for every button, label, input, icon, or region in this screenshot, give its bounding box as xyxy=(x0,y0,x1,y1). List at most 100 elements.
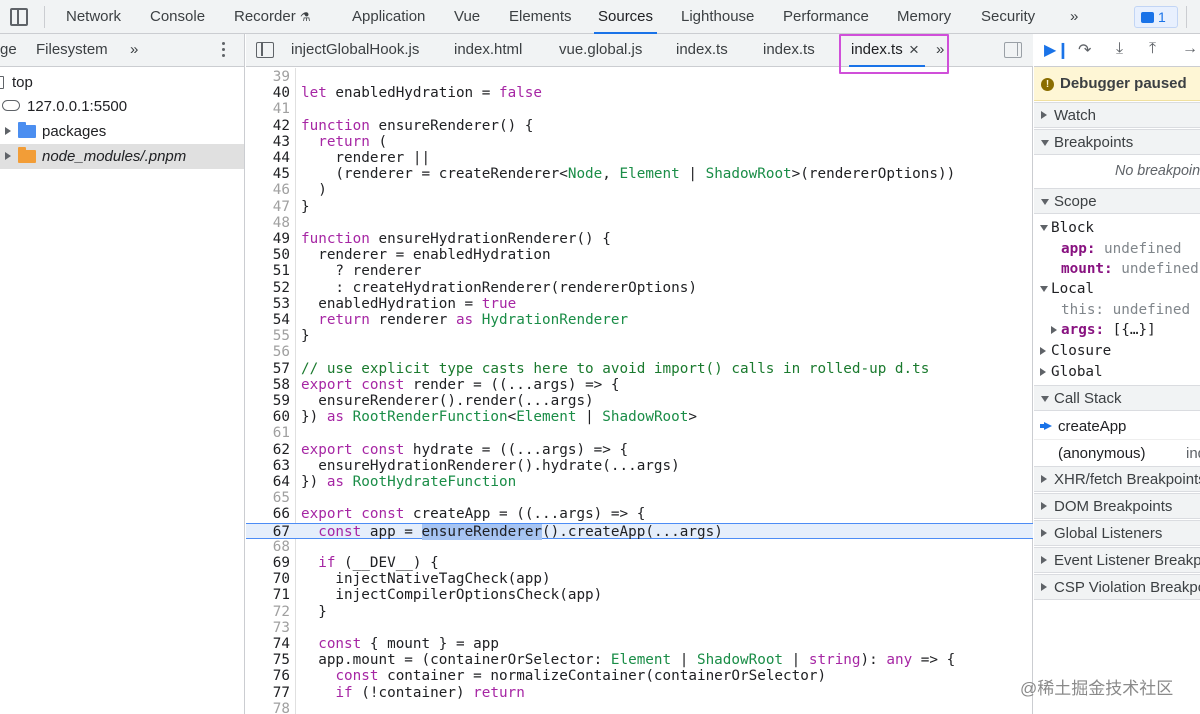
line-number[interactable]: 41 xyxy=(246,101,290,117)
line-number[interactable]: 49 xyxy=(246,231,290,247)
line-number[interactable]: 78 xyxy=(246,701,290,714)
code-line[interactable]: 44 renderer || xyxy=(246,150,1033,166)
tab-sources[interactable]: Sources xyxy=(593,0,658,34)
code-area[interactable]: 39 40 let enabledHydration = false 41 42 func… xyxy=(246,68,1033,714)
code-line[interactable]: 76 const container = normalizeContainer(… xyxy=(246,668,1033,684)
resume-icon[interactable]: ▶❙ xyxy=(1044,40,1070,60)
line-number[interactable]: 64 xyxy=(246,474,290,490)
line-number[interactable]: 73 xyxy=(246,620,290,636)
code-line[interactable]: 55} xyxy=(246,328,1033,344)
code-line[interactable]: 57 // use explicit type casts here to avo… xyxy=(246,361,1033,377)
scope-global[interactable]: Global xyxy=(1034,362,1200,383)
tree-item-packages[interactable]: packages xyxy=(0,119,244,144)
expand-arrow-icon[interactable] xyxy=(1051,326,1057,334)
line-number[interactable]: 57 xyxy=(246,361,290,377)
line-number[interactable]: 71 xyxy=(246,587,290,603)
editor-tab-index-html[interactable]: index.html xyxy=(454,34,522,66)
editor-more-tabs-chevron-icon[interactable]: » xyxy=(936,34,944,66)
code-line[interactable]: 61 xyxy=(246,425,1033,441)
code-line[interactable]: 42 function ensureRenderer() { xyxy=(246,118,1033,134)
code-line[interactable]: 43 return ( xyxy=(246,134,1033,150)
code-line[interactable]: 54 return renderer as HydrationRenderer xyxy=(246,312,1033,328)
code-line[interactable]: 47} xyxy=(246,199,1033,215)
editor-tab-index-ts-1[interactable]: index.ts xyxy=(676,34,728,66)
line-number[interactable]: 46 xyxy=(246,182,290,198)
scope-var-this[interactable]: this: undefined xyxy=(1034,300,1200,321)
issues-counter-button[interactable]: 1 xyxy=(1134,6,1178,28)
code-line[interactable]: 50 renderer = enabledHydration xyxy=(246,247,1033,263)
line-number[interactable]: 40 xyxy=(246,85,290,101)
line-number[interactable]: 47 xyxy=(246,199,290,215)
line-number[interactable]: 45 xyxy=(246,166,290,182)
line-number[interactable]: 74 xyxy=(246,636,290,652)
code-line[interactable]: 60}) as RootRenderFunction<Element | Sha… xyxy=(246,409,1033,425)
line-number[interactable]: 68 xyxy=(246,539,290,555)
section-scope[interactable]: Scope xyxy=(1034,188,1200,214)
code-line[interactable]: 52 : createHydrationRenderer(rendererOpt… xyxy=(246,280,1033,296)
tree-item-node-modules[interactable]: node_modules/.pnpm xyxy=(0,144,244,169)
tab-lighthouse[interactable]: Lighthouse xyxy=(681,0,754,34)
line-number[interactable]: 62 xyxy=(246,442,290,458)
line-number[interactable]: 76 xyxy=(246,668,290,684)
tab-elements[interactable]: Elements xyxy=(509,0,572,34)
code-line[interactable]: 49 function ensureHydrationRenderer() { xyxy=(246,231,1033,247)
code-line[interactable]: 78 xyxy=(246,701,1033,714)
line-number[interactable]: 44 xyxy=(246,150,290,166)
code-line[interactable]: 67 const app = ensureRenderer().createAp… xyxy=(246,522,1033,540)
editor-tab-injectglobalhook[interactable]: injectGlobalHook.js xyxy=(291,34,419,66)
code-line[interactable]: 69 if (__DEV__) { xyxy=(246,555,1033,571)
line-number[interactable]: 58 xyxy=(246,377,290,393)
step-out-icon[interactable]: ⤒ xyxy=(1149,40,1156,58)
tree-item-origin[interactable]: 127.0.0.1:5500 xyxy=(0,94,244,119)
scope-closure[interactable]: Closure xyxy=(1034,341,1200,362)
tab-application[interactable]: Application xyxy=(352,0,425,34)
section-breakpoints[interactable]: Breakpoints xyxy=(1034,129,1200,155)
tab-network[interactable]: Network xyxy=(66,0,121,34)
code-line[interactable]: 53 enabledHydration = true xyxy=(246,296,1033,312)
editor-tab-index-ts-2[interactable]: index.ts xyxy=(763,34,815,66)
navigator-tab-page[interactable]: ge xyxy=(0,34,17,66)
code-line[interactable]: 48 xyxy=(246,215,1033,231)
code-line[interactable]: 40 let enabledHydration = false xyxy=(246,85,1033,101)
tab-security[interactable]: Security xyxy=(981,0,1035,34)
line-number[interactable]: 75 xyxy=(246,652,290,668)
tab-memory[interactable]: Memory xyxy=(897,0,951,34)
code-line[interactable]: 45 (renderer = createRenderer<Node, Elem… xyxy=(246,166,1033,182)
code-line[interactable]: 58 export const render = ((...args) => { xyxy=(246,377,1033,393)
tab-performance[interactable]: Performance xyxy=(783,0,869,34)
line-number[interactable]: 52 xyxy=(246,280,290,296)
step-into-icon[interactable]: ⤓ xyxy=(1116,40,1123,58)
code-line[interactable]: 74 const { mount } = app xyxy=(246,636,1033,652)
line-number[interactable]: 66 xyxy=(246,506,290,522)
scope-local[interactable]: Local xyxy=(1034,279,1200,300)
line-number[interactable]: 60 xyxy=(246,409,290,425)
code-line[interactable]: 63 ensureHydrationRenderer().hydrate(...… xyxy=(246,458,1033,474)
line-number[interactable]: 56 xyxy=(246,344,290,360)
section-xhr-breakpoints[interactable]: XHR/fetch Breakpoints xyxy=(1034,466,1200,492)
code-line[interactable]: 75 app.mount = (containerOrSelector: Ele… xyxy=(246,652,1033,668)
code-line[interactable]: 71 injectCompilerOptionsCheck(app) xyxy=(246,587,1033,603)
line-number[interactable]: 63 xyxy=(246,458,290,474)
line-number[interactable]: 67 xyxy=(246,524,290,540)
code-line[interactable]: 68 xyxy=(246,539,1033,555)
expand-arrow-icon[interactable] xyxy=(5,127,11,135)
line-number[interactable]: 77 xyxy=(246,685,290,701)
scope-var-args[interactable]: args: [{…}] xyxy=(1034,320,1200,341)
more-tabs-chevron-icon[interactable]: » xyxy=(1070,0,1078,34)
call-frame-createapp[interactable]: createApp xyxy=(1034,413,1200,440)
line-number[interactable]: 50 xyxy=(246,247,290,263)
section-watch[interactable]: Watch xyxy=(1034,102,1200,128)
line-number[interactable]: 65 xyxy=(246,490,290,506)
toggle-navigator-icon[interactable] xyxy=(256,42,274,58)
line-number[interactable]: 43 xyxy=(246,134,290,150)
dock-side-icon[interactable] xyxy=(10,8,28,26)
line-number[interactable]: 51 xyxy=(246,263,290,279)
code-line[interactable]: 41 xyxy=(246,101,1033,117)
step-over-icon[interactable]: ↷ xyxy=(1078,40,1091,60)
code-line[interactable]: 65 xyxy=(246,490,1033,506)
section-event-listener-breakpoints[interactable]: Event Listener Breakpoints xyxy=(1034,547,1200,573)
section-csp-breakpoints[interactable]: CSP Violation Breakpoints xyxy=(1034,574,1200,600)
code-line[interactable]: 70 injectNativeTagCheck(app) xyxy=(246,571,1033,587)
step-icon[interactable]: → xyxy=(1182,40,1198,58)
code-line[interactable]: 56 xyxy=(246,344,1033,360)
